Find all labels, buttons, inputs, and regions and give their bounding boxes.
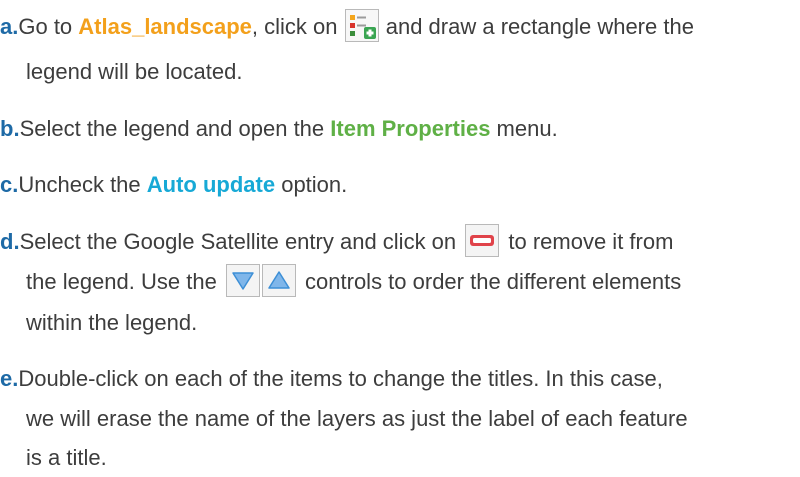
step-text: , click on	[251, 14, 344, 39]
step-text: controls to order the different elements	[298, 269, 682, 294]
step-e-line-2: we will erase the name of the layers as …	[26, 402, 688, 436]
step-letter: d.	[0, 229, 20, 254]
step-text: menu.	[490, 116, 558, 141]
step-text: Uncheck the	[18, 172, 147, 197]
step-e-line-3: is a title.	[26, 441, 107, 475]
step-text: option.	[275, 172, 348, 197]
step-c-line-1: c.Uncheck the Auto update option.	[0, 168, 347, 202]
step-text: Double-click on each of the items to cha…	[18, 366, 663, 391]
remove-item-icon	[465, 223, 500, 257]
step-b-line-1: b.Select the legend and open the Item Pr…	[0, 112, 558, 146]
move-down-icon	[225, 263, 260, 297]
add-legend-icon	[344, 8, 379, 42]
step-a-line-1: a.Go to Atlas_landscape, click on and dr…	[0, 8, 694, 44]
step-letter: b.	[0, 116, 20, 141]
step-text: Go to	[18, 14, 79, 39]
step-text: and draw a rectangle where the	[379, 14, 694, 39]
atlas-landscape-label: Atlas_landscape	[78, 14, 252, 39]
step-letter: e.	[0, 366, 19, 391]
step-d-line-1: d.Select the Google Satellite entry and …	[0, 223, 674, 259]
order-controls	[225, 263, 296, 297]
item-properties-label: Item Properties	[330, 116, 491, 141]
step-a-line-2: legend will be located.	[26, 55, 242, 89]
step-text: the legend. Use the	[26, 269, 223, 294]
step-d-line-3: within the legend.	[26, 306, 197, 340]
step-letter: c.	[0, 172, 19, 197]
step-d-line-2: the legend. Use the controls to order th…	[26, 263, 682, 299]
step-text: legend will be located.	[26, 59, 243, 84]
step-text: Select the Google Satellite entry and cl…	[19, 229, 463, 254]
step-text: Select the legend and open the	[19, 116, 331, 141]
step-text: to remove it from	[502, 229, 674, 254]
move-up-icon	[261, 263, 296, 297]
step-letter: a.	[0, 14, 19, 39]
step-text: we will erase the name of the layers as …	[26, 406, 688, 431]
step-text: within the legend.	[26, 310, 198, 335]
step-e-line-1: e.Double-click on each of the items to c…	[0, 362, 663, 396]
step-text: is a title.	[26, 445, 107, 470]
auto-update-label: Auto update	[146, 172, 276, 197]
